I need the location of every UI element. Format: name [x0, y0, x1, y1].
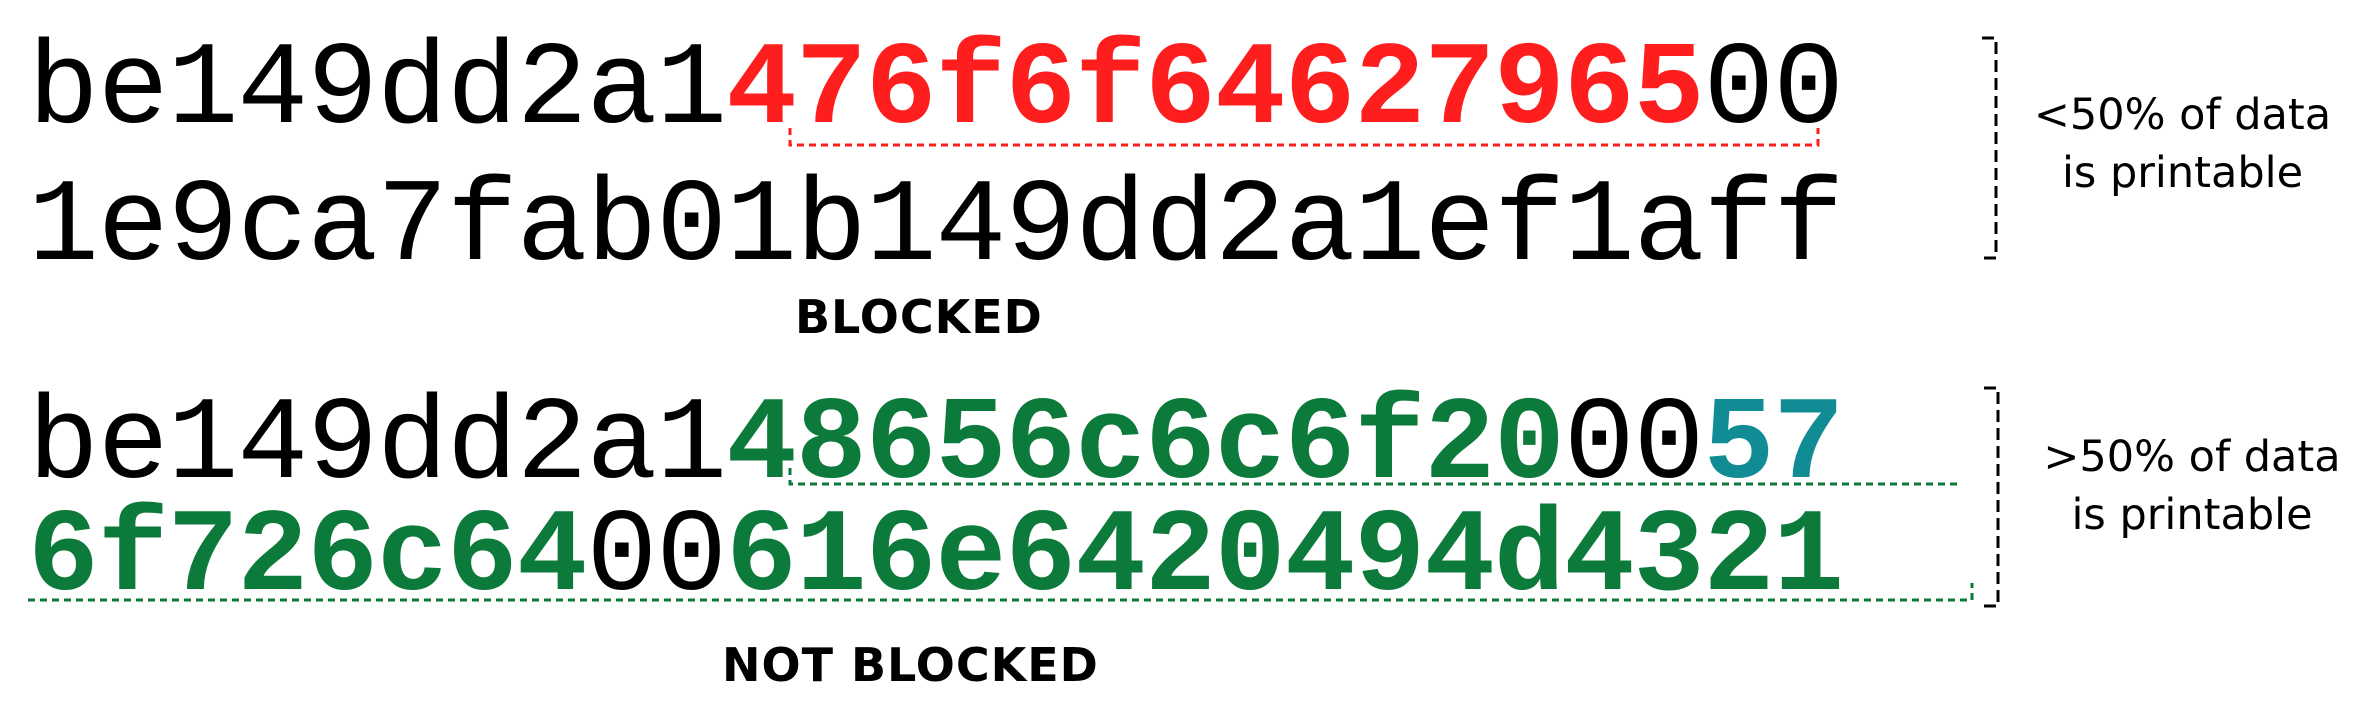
blocked-bracket: [1982, 36, 1998, 260]
hex-segment: be149dd2a1: [28, 25, 727, 158]
not-blocked-note-line-1: >50% of data: [2043, 432, 2341, 482]
hex-segment: 1e9ca7fab01b149dd2a1ef1aff: [28, 162, 1844, 295]
blocked-note-line-1: <50% of data: [2033, 90, 2332, 140]
hex-segment: 00: [1703, 25, 1845, 158]
not-blocked-status-label: NOT BLOCKED: [722, 638, 1099, 692]
hex-segment-printable-green: 616e6420494d4321: [726, 492, 1844, 625]
not-blocked-hex-line-2: 6f726c6400616e6420494d4321: [28, 500, 1844, 618]
hex-segment: 00: [586, 492, 728, 625]
blocked-note-line-2: is printable: [2061, 148, 2304, 199]
hex-segment-printable-red: 476f6f64627965: [726, 25, 1704, 158]
blocked-hex-line-1: be149dd2a1476f6f6462796500: [28, 33, 1844, 151]
not-blocked-note-line-2: is printable: [2071, 490, 2313, 541]
not-blocked-bracket: [1984, 386, 2000, 608]
blocked-hex-line-2: 1e9ca7fab01b149dd2a1ef1aff: [28, 170, 1844, 288]
blocked-note: <50% of data is printable: [2010, 86, 2355, 202]
not-blocked-note: >50% of data is printable: [2022, 428, 2362, 544]
blocked-status-label: BLOCKED: [795, 290, 1043, 344]
hex-segment-printable-green: 6f726c64: [28, 492, 587, 625]
not-blocked-hex-line-1: be149dd2a148656c6c6f200057: [28, 388, 1844, 506]
